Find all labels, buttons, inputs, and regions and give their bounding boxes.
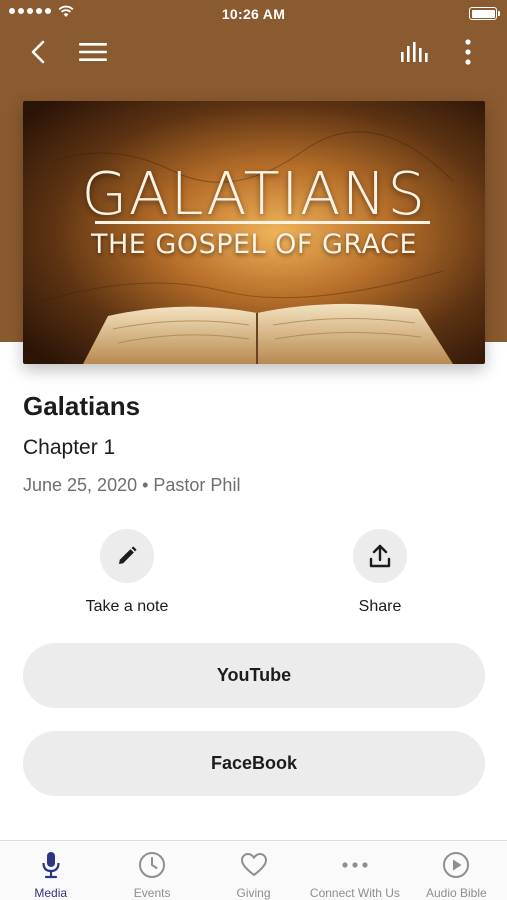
artwork-title: GALATIANS (81, 159, 427, 228)
pencil-icon (119, 546, 137, 564)
share-circle[interactable] (353, 529, 407, 583)
share-icon (369, 544, 391, 568)
nav-bar (0, 30, 507, 74)
artwork-subtitle: THE GOSPEL OF GRACE (90, 229, 418, 260)
tab-giving[interactable]: Giving (203, 841, 304, 900)
microphone-icon (42, 852, 60, 879)
sermon-title: Galatians (23, 391, 141, 421)
equalizer-icon (401, 42, 428, 62)
tab-events-label: Events (133, 886, 171, 900)
tab-connect[interactable]: Connect With Us (304, 841, 405, 900)
take-note-circle[interactable] (100, 529, 154, 583)
tab-bar: Media Events Giving Connect With Us Audi… (0, 840, 507, 900)
play-circle-icon (443, 852, 470, 878)
sermon-artwork: GALATIANS THE GOSPEL OF GRACE (23, 101, 485, 364)
heart-icon (240, 853, 267, 876)
battery-icon (469, 7, 500, 20)
hamburger-menu-icon (79, 43, 107, 61)
tab-giving-label: Giving (236, 886, 271, 900)
chevron-left-icon (31, 40, 45, 64)
share-label: Share (358, 598, 402, 615)
youtube-button[interactable]: YouTube (23, 643, 485, 708)
facebook-button[interactable]: FaceBook (23, 731, 485, 796)
status-bar: 10:26 AM (0, 0, 507, 28)
tab-events[interactable]: Events (101, 841, 202, 900)
tab-audio-bible-label: Audio Bible (425, 886, 487, 900)
take-note-label: Take a note (85, 598, 169, 615)
clock-icon (139, 852, 166, 878)
back-button[interactable] (20, 34, 56, 70)
status-time: 10:26 AM (221, 6, 286, 22)
menu-button[interactable] (75, 34, 111, 70)
artwork-divider (95, 221, 430, 224)
tab-media-label: Media (34, 886, 68, 900)
tab-audio-bible[interactable]: Audio Bible (406, 841, 507, 900)
take-note-button[interactable]: Take a note (57, 529, 197, 616)
vertical-dots-icon (465, 39, 471, 65)
sermon-subtitle: Chapter 1 (23, 436, 116, 459)
tab-connect-label: Connect With Us (309, 886, 400, 900)
more-dots-icon (342, 862, 368, 868)
more-options-button[interactable] (450, 34, 486, 70)
audio-levels-button[interactable] (397, 34, 433, 70)
share-button[interactable]: Share (310, 529, 450, 616)
sermon-date-speaker: June 25, 2020 • Pastor Phil (23, 475, 241, 495)
tab-media[interactable]: Media (0, 841, 101, 900)
